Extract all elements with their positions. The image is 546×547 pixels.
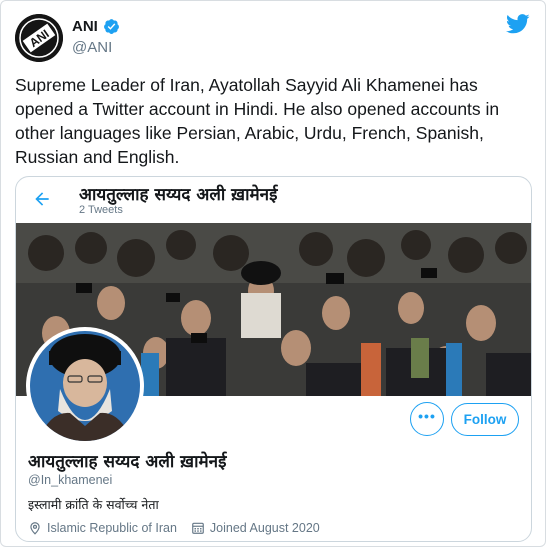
location-item: Islamic Republic of Iran	[28, 521, 177, 535]
profile-card[interactable]: आयतुल्लाह सय्यद अली ख़ामेनई 2 Tweets •••…	[15, 176, 532, 542]
more-icon: •••	[418, 408, 436, 424]
profile-bio: इस्लामी क्रांति के सर्वोच्च नेता	[28, 497, 159, 512]
tweet-text: Supreme Leader of Iran, Ayatollah Sayyid…	[15, 75, 500, 167]
follow-button[interactable]: Follow	[451, 403, 519, 436]
joined-item: Joined August 2020	[191, 521, 320, 535]
verified-badge-icon	[103, 18, 119, 34]
more-options-button[interactable]: •••	[410, 402, 444, 436]
card-header: आयतुल्लाह सय्यद अली ख़ामेनई 2 Tweets	[16, 177, 531, 223]
author-avatar[interactable]: ANI	[15, 14, 63, 62]
header-profile-name: आयतुल्लाह सय्यद अली ख़ामेनई	[79, 185, 278, 205]
author-handle[interactable]: @ANI	[72, 39, 120, 56]
tweet-container: ANI ANI @ANI Supreme Leader of Iran, Aya…	[0, 0, 546, 547]
profile-avatar[interactable]	[26, 327, 144, 445]
back-arrow-icon[interactable]	[32, 189, 52, 209]
twitter-bird-icon[interactable]	[506, 13, 530, 35]
profile-meta: Islamic Republic of Iran Joined August 2…	[28, 521, 334, 535]
tweet-count: 2 Tweets	[79, 204, 123, 216]
location-text: Islamic Republic of Iran	[47, 521, 177, 535]
author-name[interactable]: ANI	[72, 18, 98, 35]
ani-logo: ANI	[15, 14, 63, 62]
location-pin-icon	[30, 522, 40, 535]
calendar-icon	[192, 522, 204, 534]
author-block: ANI @ANI	[72, 16, 120, 56]
profile-handle[interactable]: @In_khamenei	[28, 473, 112, 487]
profile-name[interactable]: आयतुल्लाह सय्यद अली ख़ामेनई	[28, 449, 226, 472]
profile-photo	[30, 331, 140, 441]
joined-text: Joined August 2020	[209, 521, 320, 535]
